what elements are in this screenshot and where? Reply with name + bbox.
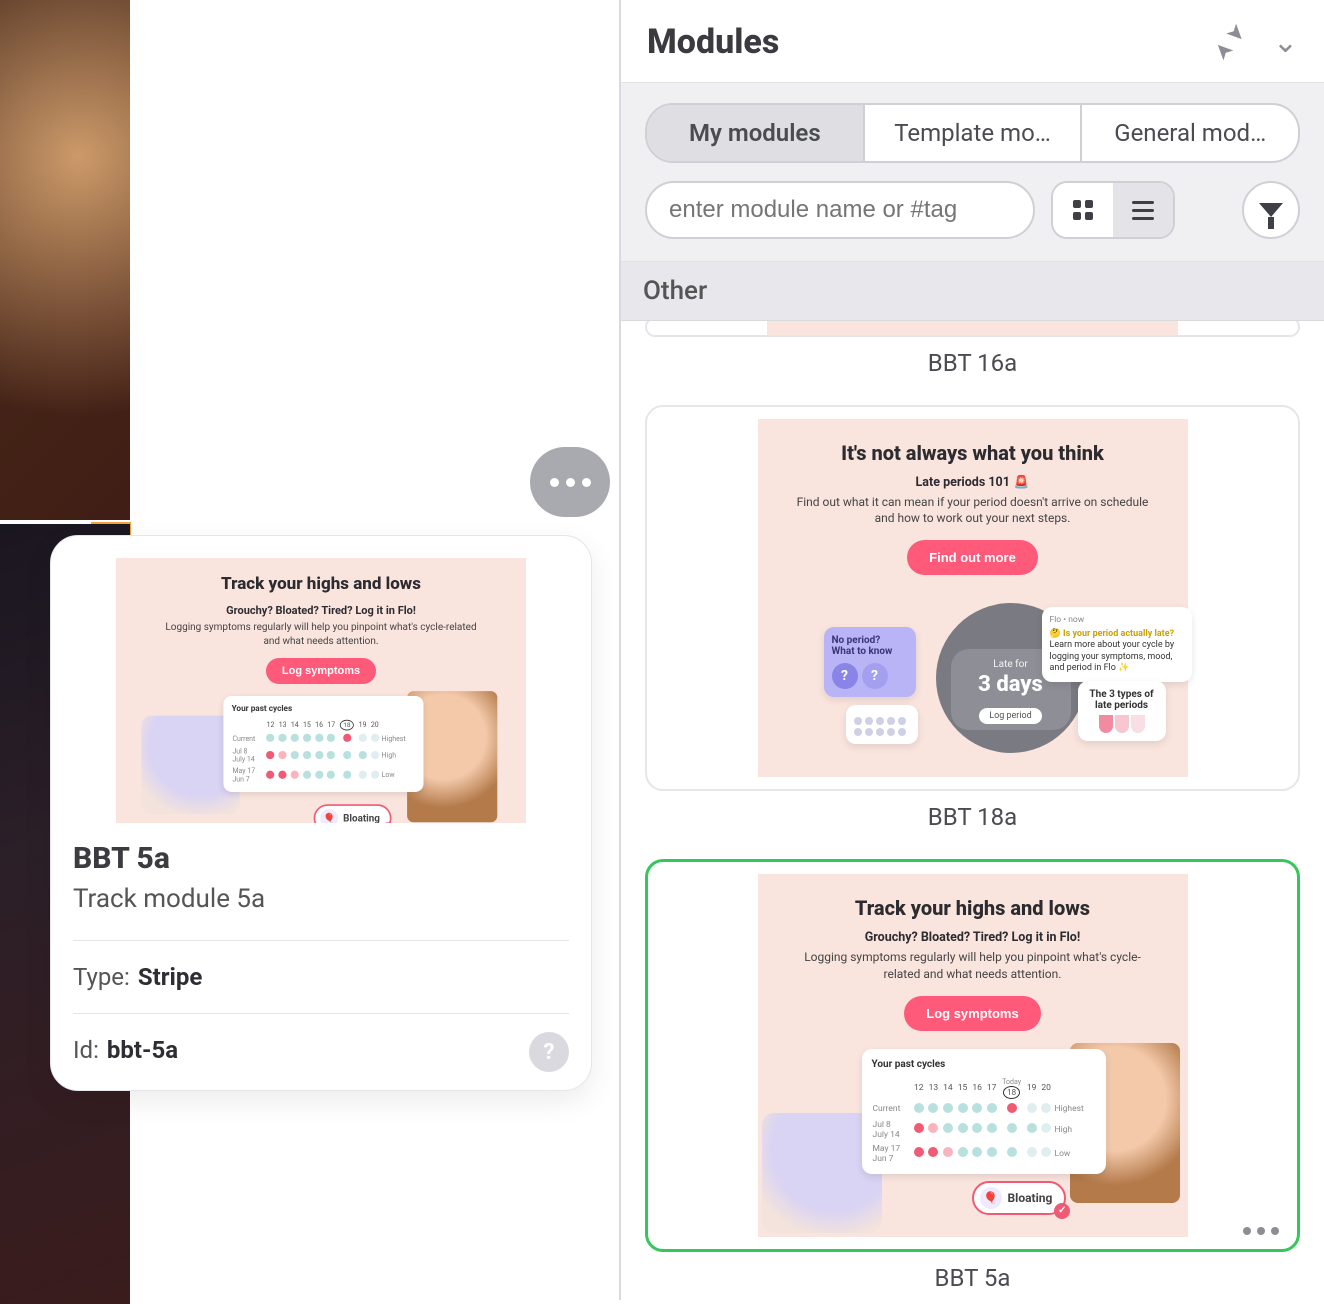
past-cycles-card: Your past cycles 121314151617Today181920…: [862, 1049, 1106, 1174]
search-input[interactable]: [645, 181, 1035, 239]
bloating-label: Bloating: [343, 812, 380, 823]
type-value: Stripe: [138, 963, 203, 991]
bloating-chip: 🎈Bloating✓: [314, 804, 392, 823]
type-label: Type:: [73, 963, 130, 991]
tile-types: The 3 types of late periods: [1078, 681, 1166, 741]
collapse-icon[interactable]: ➤➤: [1215, 27, 1245, 57]
card-subtitle: Late periods 101🚨: [776, 475, 1170, 490]
popover-type-row: Type: Stripe: [73, 963, 569, 991]
module-label: BBT 18a: [645, 803, 1300, 831]
tile-notification: Flo • now 🤔 Is your period actually late…: [1042, 607, 1192, 682]
grid-icon: [1073, 200, 1093, 220]
module-label: BBT 16a: [645, 349, 1300, 377]
card-cta[interactable]: Log symptoms: [904, 996, 1040, 1031]
card-desc: Logging symptoms regularly will help you…: [794, 949, 1152, 981]
preview-title: Track your highs and lows: [134, 574, 508, 594]
card-desc: Find out what it can mean if your period…: [794, 494, 1152, 526]
view-toggle: [1051, 181, 1175, 239]
popover-subtitle: Track module 5a: [73, 884, 569, 914]
module-card-bbt5a[interactable]: Track your highs and lows Grouchy? Bloat…: [645, 859, 1300, 1251]
tab-template-modules[interactable]: Template mo…: [865, 105, 1083, 161]
chevron-down-icon[interactable]: ⌄: [1273, 25, 1298, 60]
bloating-chip: 🎈Bloating✓: [972, 1181, 1067, 1215]
section-header-other: Other: [621, 262, 1324, 321]
id-value: bbt-5a: [107, 1036, 178, 1064]
card-cta[interactable]: Find out more: [907, 540, 1038, 575]
popover-id-row: Id: bbt-5a: [73, 1036, 569, 1064]
module-preview: Track your highs and lows Grouchy? Bloat…: [116, 558, 526, 823]
bloating-label: Bloating: [1008, 1191, 1053, 1205]
more-button[interactable]: [530, 447, 610, 517]
list-icon: [1132, 201, 1154, 220]
funnel-icon: [1259, 203, 1283, 217]
canvas-thumbnail-1[interactable]: [0, 0, 130, 520]
card-more-button[interactable]: [1243, 1227, 1279, 1235]
module-card-bbt16a[interactable]: [645, 321, 1300, 337]
list-view-button[interactable]: [1113, 183, 1173, 237]
past-cycles-card: Your past cycles 121314151617181920 Curr…: [223, 696, 423, 792]
help-icon[interactable]: ?: [529, 1032, 569, 1072]
id-label: Id:: [73, 1036, 99, 1064]
module-label: BBT 5a: [645, 1264, 1300, 1292]
preview-sub: Grouchy? Bloated? Tired? Log it in Flo!: [134, 604, 508, 617]
preview-desc: Logging symptoms regularly will help you…: [162, 621, 480, 648]
past-cycles-heading: Your past cycles: [232, 704, 416, 713]
tab-my-modules[interactable]: My modules: [647, 105, 865, 161]
module-card-bbt18a[interactable]: It's not always what you think Late peri…: [645, 405, 1300, 791]
popover-title: BBT 5a: [73, 841, 569, 876]
preview-cta[interactable]: Log symptoms: [266, 658, 376, 684]
grid-view-button[interactable]: [1053, 183, 1113, 237]
filter-button[interactable]: [1242, 181, 1300, 239]
panel-title: Modules: [647, 22, 779, 62]
card-sub: Grouchy? Bloated? Tired? Log it in Flo!: [776, 930, 1170, 945]
tile-no-period: No period? What to know ??: [824, 627, 916, 697]
past-cycles-heading: Your past cycles: [872, 1059, 1096, 1070]
card-title: Track your highs and lows: [776, 896, 1170, 920]
modules-panel: Modules ➤➤ ⌄ My modules Template mo… Gen…: [619, 0, 1324, 1300]
tab-general-modules[interactable]: General mod…: [1082, 105, 1298, 161]
module-source-tabs: My modules Template mo… General mod…: [645, 103, 1300, 163]
module-detail-popover: Track your highs and lows Grouchy? Bloat…: [50, 535, 592, 1091]
card-title: It's not always what you think: [776, 441, 1170, 465]
tile-calendar: [846, 705, 918, 744]
